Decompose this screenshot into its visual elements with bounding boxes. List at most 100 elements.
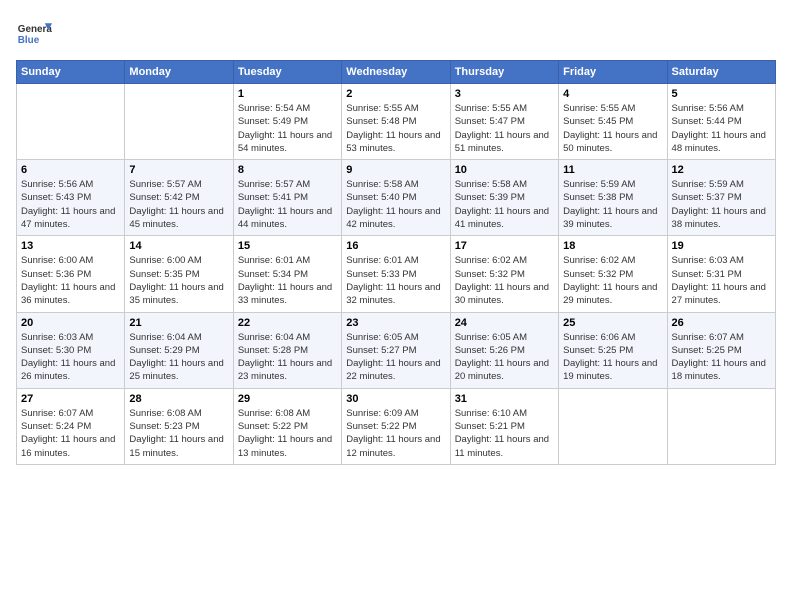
day-cell: 2 Sunrise: 5:55 AMSunset: 5:48 PMDaylight… xyxy=(342,84,450,160)
week-row-4: 20 Sunrise: 6:03 AMSunset: 5:30 PMDayligh… xyxy=(17,312,776,388)
day-number: 29 xyxy=(238,393,337,405)
day-cell: 1 Sunrise: 5:54 AMSunset: 5:49 PMDaylight… xyxy=(233,84,341,160)
day-number: 15 xyxy=(238,240,337,252)
day-cell: 25 Sunrise: 6:06 AMSunset: 5:25 PMDayligh… xyxy=(559,312,667,388)
day-cell: 17Sunrise: 6:02 AMSunset: 5:32 PMDayligh… xyxy=(450,236,558,312)
day-number: 25 xyxy=(563,317,662,329)
weekday-header-tuesday: Tuesday xyxy=(233,61,341,84)
day-cell: 9 Sunrise: 5:58 AMSunset: 5:40 PMDaylight… xyxy=(342,160,450,236)
day-number: 21 xyxy=(129,317,228,329)
day-number: 27 xyxy=(21,393,120,405)
day-cell: 10 Sunrise: 5:58 AMSunset: 5:39 PMDayligh… xyxy=(450,160,558,236)
day-info: Sunrise: 6:04 AMSunset: 5:28 PMDaylight:… xyxy=(238,331,337,384)
day-info: Sunrise: 6:06 AMSunset: 5:25 PMDaylight:… xyxy=(563,331,662,384)
day-number: 23 xyxy=(346,317,445,329)
day-cell: 18 Sunrise: 6:02 AMSunset: 5:32 PMDayligh… xyxy=(559,236,667,312)
day-info: Sunrise: 5:58 AMSunset: 5:39 PMDaylight:… xyxy=(455,178,554,231)
day-number: 6 xyxy=(21,164,120,176)
day-number: 16 xyxy=(346,240,445,252)
day-number: 18 xyxy=(563,240,662,252)
day-info: Sunrise: 6:02 AMSunset: 5:32 PMDaylight:… xyxy=(455,254,554,307)
day-number: 20 xyxy=(21,317,120,329)
day-number: 7 xyxy=(129,164,228,176)
day-number: 4 xyxy=(563,88,662,100)
day-number: 28 xyxy=(129,393,228,405)
day-info: Sunrise: 5:57 AMSunset: 5:41 PMDaylight:… xyxy=(238,178,337,231)
day-cell: 20 Sunrise: 6:03 AMSunset: 5:30 PMDayligh… xyxy=(17,312,125,388)
weekday-header-friday: Friday xyxy=(559,61,667,84)
day-info: Sunrise: 5:54 AMSunset: 5:49 PMDaylight:… xyxy=(238,102,337,155)
day-cell xyxy=(667,388,775,464)
day-cell: 4Sunrise: 5:55 AMSunset: 5:45 PMDaylight… xyxy=(559,84,667,160)
day-number: 19 xyxy=(672,240,771,252)
logo-icon: General Blue xyxy=(16,16,52,52)
calendar-table: SundayMondayTuesdayWednesdayThursdayFrid… xyxy=(16,60,776,465)
svg-text:Blue: Blue xyxy=(18,35,40,46)
day-cell: 6 Sunrise: 5:56 AMSunset: 5:43 PMDaylight… xyxy=(17,160,125,236)
day-info: Sunrise: 5:56 AMSunset: 5:43 PMDaylight:… xyxy=(21,178,120,231)
day-cell xyxy=(125,84,233,160)
day-number: 11 xyxy=(563,164,662,176)
day-cell xyxy=(559,388,667,464)
day-info: Sunrise: 6:00 AMSunset: 5:36 PMDaylight:… xyxy=(21,254,120,307)
day-cell: 27 Sunrise: 6:07 AMSunset: 5:24 PMDayligh… xyxy=(17,388,125,464)
day-cell: 8Sunrise: 5:57 AMSunset: 5:41 PMDaylight… xyxy=(233,160,341,236)
day-number: 2 xyxy=(346,88,445,100)
day-info: Sunrise: 6:08 AMSunset: 5:22 PMDaylight:… xyxy=(238,407,337,460)
day-info: Sunrise: 5:55 AMSunset: 5:48 PMDaylight:… xyxy=(346,102,445,155)
day-info: Sunrise: 5:55 AMSunset: 5:47 PMDaylight:… xyxy=(455,102,554,155)
day-info: Sunrise: 6:03 AMSunset: 5:31 PMDaylight:… xyxy=(672,254,771,307)
page-header: General Blue xyxy=(16,16,776,52)
day-info: Sunrise: 6:07 AMSunset: 5:24 PMDaylight:… xyxy=(21,407,120,460)
day-cell: 26 Sunrise: 6:07 AMSunset: 5:25 PMDayligh… xyxy=(667,312,775,388)
weekday-header-wednesday: Wednesday xyxy=(342,61,450,84)
weekday-header-saturday: Saturday xyxy=(667,61,775,84)
day-number: 31 xyxy=(455,393,554,405)
logo: General Blue xyxy=(16,16,52,52)
day-cell: 19 Sunrise: 6:03 AMSunset: 5:31 PMDayligh… xyxy=(667,236,775,312)
day-cell: 21 Sunrise: 6:04 AMSunset: 5:29 PMDayligh… xyxy=(125,312,233,388)
day-cell: 5 Sunrise: 5:56 AMSunset: 5:44 PMDaylight… xyxy=(667,84,775,160)
day-info: Sunrise: 5:59 AMSunset: 5:37 PMDaylight:… xyxy=(672,178,771,231)
day-info: Sunrise: 6:04 AMSunset: 5:29 PMDaylight:… xyxy=(129,331,228,384)
day-cell: 23 Sunrise: 6:05 AMSunset: 5:27 PMDayligh… xyxy=(342,312,450,388)
day-info: Sunrise: 5:58 AMSunset: 5:40 PMDaylight:… xyxy=(346,178,445,231)
day-number: 13 xyxy=(21,240,120,252)
day-info: Sunrise: 6:02 AMSunset: 5:32 PMDaylight:… xyxy=(563,254,662,307)
day-info: Sunrise: 6:09 AMSunset: 5:22 PMDaylight:… xyxy=(346,407,445,460)
weekday-header-sunday: Sunday xyxy=(17,61,125,84)
week-row-3: 13 Sunrise: 6:00 AMSunset: 5:36 PMDayligh… xyxy=(17,236,776,312)
day-info: Sunrise: 6:00 AMSunset: 5:35 PMDaylight:… xyxy=(129,254,228,307)
day-info: Sunrise: 6:10 AMSunset: 5:21 PMDaylight:… xyxy=(455,407,554,460)
day-number: 1 xyxy=(238,88,337,100)
day-number: 5 xyxy=(672,88,771,100)
week-row-1: 1 Sunrise: 5:54 AMSunset: 5:49 PMDaylight… xyxy=(17,84,776,160)
day-cell: 28Sunrise: 6:08 AMSunset: 5:23 PMDayligh… xyxy=(125,388,233,464)
day-cell: 24Sunrise: 6:05 AMSunset: 5:26 PMDayligh… xyxy=(450,312,558,388)
day-info: Sunrise: 6:01 AMSunset: 5:34 PMDaylight:… xyxy=(238,254,337,307)
day-number: 3 xyxy=(455,88,554,100)
weekday-header-thursday: Thursday xyxy=(450,61,558,84)
day-number: 14 xyxy=(129,240,228,252)
day-number: 12 xyxy=(672,164,771,176)
day-info: Sunrise: 6:05 AMSunset: 5:27 PMDaylight:… xyxy=(346,331,445,384)
day-info: Sunrise: 6:07 AMSunset: 5:25 PMDaylight:… xyxy=(672,331,771,384)
day-number: 9 xyxy=(346,164,445,176)
day-cell: 11 Sunrise: 5:59 AMSunset: 5:38 PMDayligh… xyxy=(559,160,667,236)
day-cell: 3 Sunrise: 5:55 AMSunset: 5:47 PMDaylight… xyxy=(450,84,558,160)
day-cell: 16Sunrise: 6:01 AMSunset: 5:33 PMDayligh… xyxy=(342,236,450,312)
day-cell: 7Sunrise: 5:57 AMSunset: 5:42 PMDaylight… xyxy=(125,160,233,236)
day-info: Sunrise: 5:56 AMSunset: 5:44 PMDaylight:… xyxy=(672,102,771,155)
weekday-header-monday: Monday xyxy=(125,61,233,84)
day-cell: 22Sunrise: 6:04 AMSunset: 5:28 PMDayligh… xyxy=(233,312,341,388)
day-cell: 30Sunrise: 6:09 AMSunset: 5:22 PMDayligh… xyxy=(342,388,450,464)
day-number: 26 xyxy=(672,317,771,329)
day-info: Sunrise: 6:03 AMSunset: 5:30 PMDaylight:… xyxy=(21,331,120,384)
weekday-header-row: SundayMondayTuesdayWednesdayThursdayFrid… xyxy=(17,61,776,84)
day-cell: 31 Sunrise: 6:10 AMSunset: 5:21 PMDayligh… xyxy=(450,388,558,464)
day-info: Sunrise: 5:59 AMSunset: 5:38 PMDaylight:… xyxy=(563,178,662,231)
day-number: 10 xyxy=(455,164,554,176)
day-number: 24 xyxy=(455,317,554,329)
day-cell: 29 Sunrise: 6:08 AMSunset: 5:22 PMDayligh… xyxy=(233,388,341,464)
day-cell: 13 Sunrise: 6:00 AMSunset: 5:36 PMDayligh… xyxy=(17,236,125,312)
